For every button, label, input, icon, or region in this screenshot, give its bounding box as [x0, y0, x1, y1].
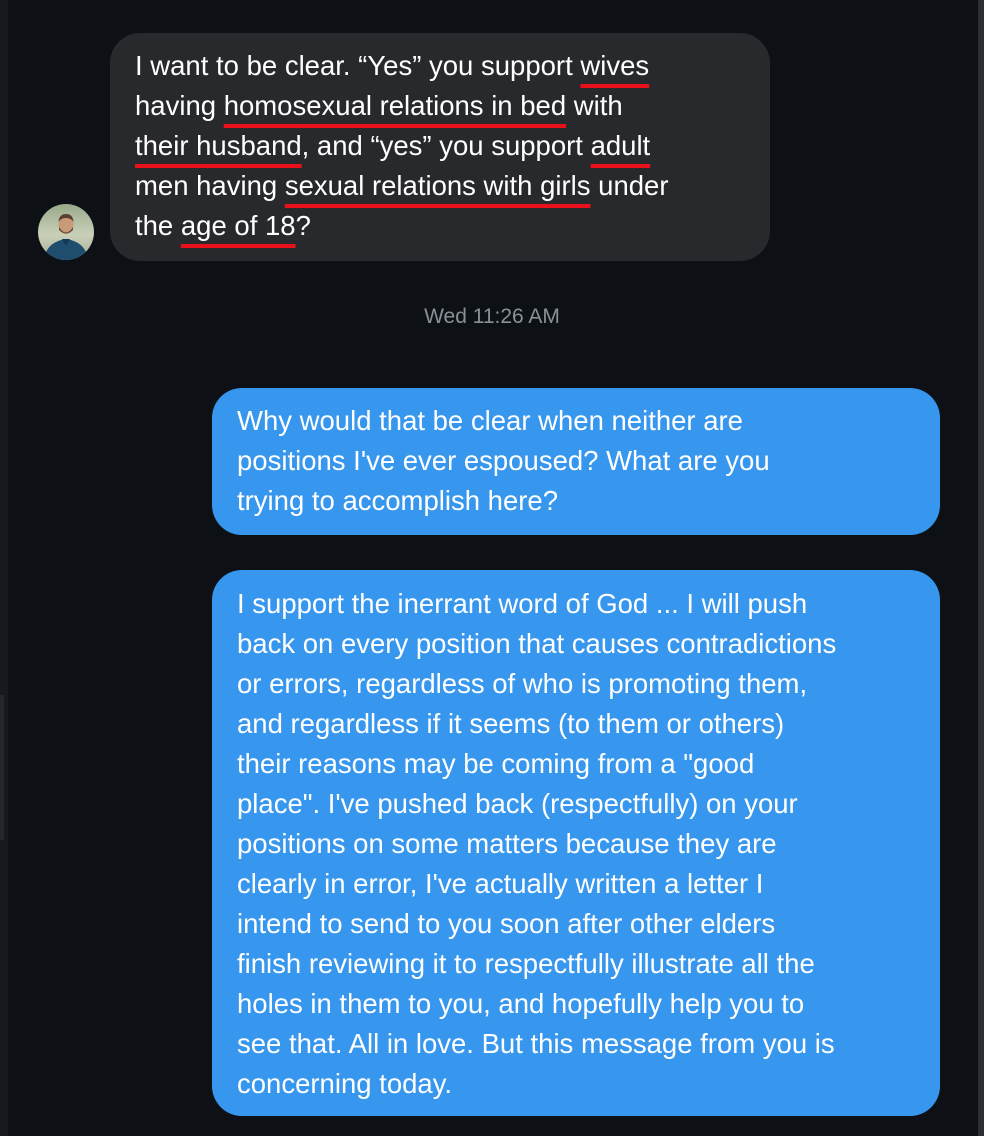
- underlined-phrase: wives: [580, 50, 650, 81]
- person-avatar-icon: [38, 204, 94, 260]
- message-text: with: [566, 90, 623, 121]
- message-text: ?: [295, 210, 311, 241]
- underlined-phrase: homosexual relations in bed: [223, 90, 567, 121]
- message-text: having: [135, 90, 224, 121]
- message-text: I want to be clear. “Yes” you support: [135, 50, 581, 81]
- scrollbar-track[interactable]: [978, 0, 984, 1136]
- message-text: Why would that be clear when neither are…: [237, 405, 770, 516]
- incoming-message-bubble[interactable]: I want to be clear. “Yes” you support wi…: [110, 33, 770, 261]
- window-left-edge-mark: [0, 695, 4, 840]
- message-line: the age of 18?: [135, 210, 311, 241]
- message-line: I want to be clear. “Yes” you support wi…: [135, 50, 649, 81]
- window-left-edge: [0, 0, 8, 1136]
- outgoing-message-bubble[interactable]: I support the inerrant word of God ... I…: [212, 570, 940, 1116]
- underlined-phrase: sexual relations with girls: [284, 170, 591, 201]
- message-text: men having: [135, 170, 285, 201]
- message-timestamp: Wed 11:26 AM: [424, 305, 560, 328]
- message-text: the: [135, 210, 181, 241]
- message-text: I support the inerrant word of God ... I…: [237, 588, 837, 1099]
- message-line: having homosexual relations in bed with: [135, 90, 623, 121]
- underlined-phrase: adult: [590, 130, 651, 161]
- message-text: under: [590, 170, 669, 201]
- message-text: , and “yes” you support: [301, 130, 591, 161]
- sender-avatar[interactable]: [38, 204, 94, 260]
- message-line: their husband, and “yes” you support adu…: [135, 130, 650, 161]
- underlined-phrase: their husband: [135, 130, 302, 161]
- message-line: men having sexual relations with girls u…: [135, 170, 669, 201]
- underlined-phrase: age of 18: [180, 210, 296, 241]
- outgoing-message-bubble[interactable]: Why would that be clear when neither are…: [212, 388, 940, 535]
